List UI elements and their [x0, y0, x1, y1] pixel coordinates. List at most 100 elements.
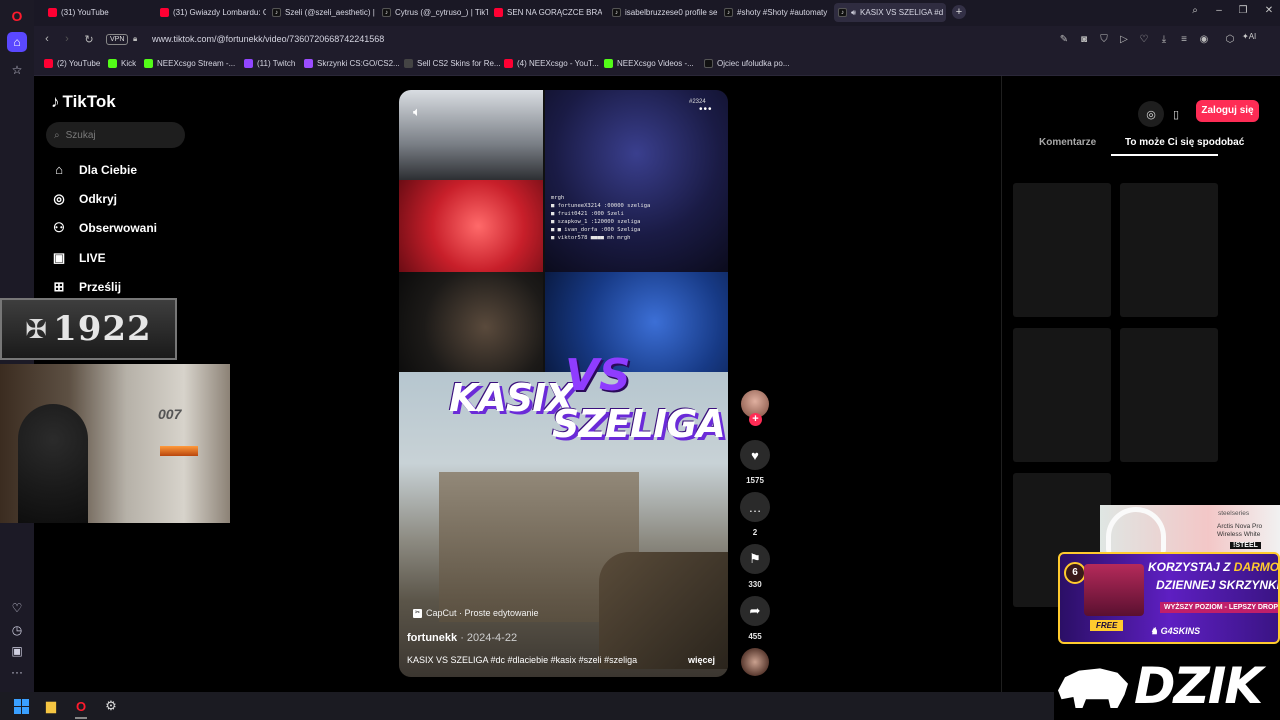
maximize-button[interactable]: ❐: [1236, 5, 1250, 16]
music-disc[interactable]: [741, 648, 769, 676]
search-tabs-icon[interactable]: ⌕: [1188, 5, 1202, 16]
ad-tagline: WYŻSZY POZIOM - LEPSZY DROP: [1160, 602, 1278, 613]
heart-icon[interactable]: ♡: [7, 598, 27, 618]
browser-tab[interactable]: ♪ Szeli (@szeli_aesthetic) | T: [268, 3, 376, 22]
tab-suggested[interactable]: To może Ci się spodobać: [1125, 137, 1244, 148]
weapon-viewmodel: [599, 552, 728, 669]
menu-icon[interactable]: ≡: [1178, 34, 1190, 45]
play-icon[interactable]: ▷: [1118, 34, 1130, 45]
bookmark-item[interactable]: Kick: [108, 59, 136, 68]
tiktok-icon: ♪: [612, 8, 621, 17]
extension-icon[interactable]: ⬡: [1224, 34, 1236, 45]
share-button[interactable]: ➦: [740, 596, 770, 626]
browser-tab[interactable]: ♪ isabelbruzzese0 profile se: [608, 3, 718, 22]
like-button[interactable]: ♥: [740, 440, 770, 470]
shield-icon[interactable]: ⛉: [1098, 34, 1110, 45]
browser-tab[interactable]: (31) YouTube: [44, 3, 154, 22]
tiktok-icon: ♪: [838, 8, 847, 17]
free-badge: FREE: [1090, 620, 1124, 631]
bookmark-item[interactable]: NEEXcsgo Videos -...: [604, 59, 694, 68]
edit-icon[interactable]: ✎: [1058, 34, 1070, 45]
file-explorer-icon[interactable]: ▆: [42, 697, 60, 715]
login-button[interactable]: Zaloguj się: [1196, 100, 1259, 122]
volume-icon[interactable]: 🔈︎: [413, 104, 421, 120]
heart-icon[interactable]: ♡: [1138, 34, 1150, 45]
follow-button[interactable]: +: [749, 413, 762, 426]
compass-icon[interactable]: ◎: [1138, 101, 1164, 127]
lock-icon[interactable]: 🔒︎: [133, 34, 137, 44]
url-field[interactable]: www.tiktok.com/@fortunekk/video/73607206…: [152, 34, 384, 44]
browser-tab[interactable]: SEN NA GORĄCZCE BRAC: [490, 3, 602, 22]
extensions-icon[interactable]: ▣: [7, 641, 27, 661]
video-author[interactable]: fortunekk · 2024-4-22: [407, 632, 517, 644]
reload-button[interactable]: ↻: [82, 33, 96, 46]
opera-taskbar-icon[interactable]: O: [72, 697, 90, 715]
browser-tab[interactable]: (31) Gwiazdy Lombardu: C: [156, 3, 266, 22]
more-options-icon[interactable]: •••: [699, 104, 713, 115]
tiktok-icon: ♪: [382, 8, 391, 17]
video-tile: [399, 272, 543, 372]
more-icon[interactable]: ···: [7, 662, 27, 682]
history-icon[interactable]: ◷: [7, 620, 27, 640]
camera-icon[interactable]: ◙: [1078, 34, 1090, 45]
nav-item-explore[interactable]: ◎ Odkryj: [51, 191, 117, 207]
browser-tab[interactable]: ♪ #shoty #Shoty #automaty: [720, 3, 832, 22]
tab-comments[interactable]: Komentarze: [1039, 137, 1096, 148]
video-title-szeliga: SZELIGA: [552, 402, 726, 446]
video-thumbnail-placeholder[interactable]: [1120, 328, 1218, 462]
bookmark-item[interactable]: Sell CS2 Skins for Re...: [404, 59, 501, 68]
mobile-icon[interactable]: ▯: [1166, 101, 1186, 127]
nav-item-following[interactable]: ⚇ Obserwowani: [51, 220, 157, 236]
tiktok-logo[interactable]: ♪ TikTok: [51, 92, 116, 112]
download-icon[interactable]: ⤓: [1158, 34, 1170, 45]
forward-button[interactable]: ›: [60, 33, 74, 45]
level-badge: 6: [1064, 562, 1086, 584]
speaker-icon[interactable]: 🔊︎: [851, 8, 856, 18]
ad-headline-2: DZIENNEJ SKRZYNKI!: [1156, 578, 1280, 592]
profile-icon[interactable]: ◉: [1198, 34, 1210, 45]
youtube-icon: [48, 8, 57, 17]
caption-more-link[interactable]: więcej: [688, 655, 715, 665]
capcut-badge[interactable]: ✂ CapCut · Proste edytowanie: [413, 608, 539, 618]
bookmark-item[interactable]: Ojciec ufoludka po...: [704, 59, 789, 68]
nav-item-for-you[interactable]: ⌂ Dla Ciebie: [51, 162, 137, 177]
steam-icon[interactable]: ⚙: [102, 697, 120, 715]
save-button[interactable]: ⚑: [740, 544, 770, 574]
cs2-icon: [404, 59, 413, 68]
bookmark-item[interactable]: NEEXcsgo Stream -...: [144, 59, 235, 68]
video-player[interactable]: mrgh ■ fortuneeX3214 :00000 szeliga ■ fr…: [399, 90, 728, 677]
browser-tab[interactable]: ♪ Cytrus (@_cytruso_) | TikTo: [378, 3, 488, 22]
headset-icon: [1106, 507, 1166, 557]
new-tab-button[interactable]: +: [952, 5, 966, 19]
comment-button[interactable]: …: [740, 492, 770, 522]
star-icon[interactable]: ☆: [7, 60, 27, 80]
nav-item-live[interactable]: ▣ LIVE: [51, 250, 106, 266]
address-bar: ‹ › ↻ VPN 🔒︎ www.tiktok.com/@fortunekk/v…: [34, 26, 1280, 54]
minimize-button[interactable]: –: [1212, 5, 1226, 16]
video-title-vs: VS: [565, 350, 631, 401]
bookmark-item[interactable]: (11) Twitch: [244, 59, 295, 68]
video-thumbnail-placeholder[interactable]: [1013, 328, 1111, 462]
youtube-icon: [160, 8, 169, 17]
bookmark-item[interactable]: (4) NEEXcsgo - YouT...: [504, 59, 599, 68]
search-icon: ⌕: [54, 129, 60, 141]
aria-ai-button[interactable]: ✦AI: [1242, 32, 1256, 41]
bookmark-item[interactable]: Skrzynki CS:GO/CS2...: [304, 59, 400, 68]
bookmark-item[interactable]: (2) YouTube: [44, 59, 100, 68]
search-input[interactable]: ⌕ Szukaj: [46, 122, 185, 148]
browser-tab-active[interactable]: ♪ 🔊︎ KASIX VS SZELIGA #d: [834, 3, 946, 22]
close-window-button[interactable]: ✕: [1262, 5, 1276, 16]
share-count: 455: [748, 632, 762, 641]
video-thumbnail-placeholder[interactable]: [1120, 183, 1218, 317]
nav-item-upload[interactable]: ⊞ Prześlij: [51, 279, 121, 295]
video-thumbnail-placeholder[interactable]: [1013, 183, 1111, 317]
home-icon[interactable]: ⌂: [7, 32, 27, 52]
save-count: 330: [748, 580, 762, 589]
opera-logo-icon[interactable]: O: [7, 6, 27, 26]
back-button[interactable]: ‹: [40, 33, 54, 45]
tiktok-icon: ♪: [272, 8, 281, 17]
youtube-icon: [494, 8, 503, 17]
vpn-badge[interactable]: VPN: [106, 34, 129, 45]
comment-icon: …: [748, 499, 762, 515]
windows-start-icon[interactable]: [12, 697, 30, 715]
